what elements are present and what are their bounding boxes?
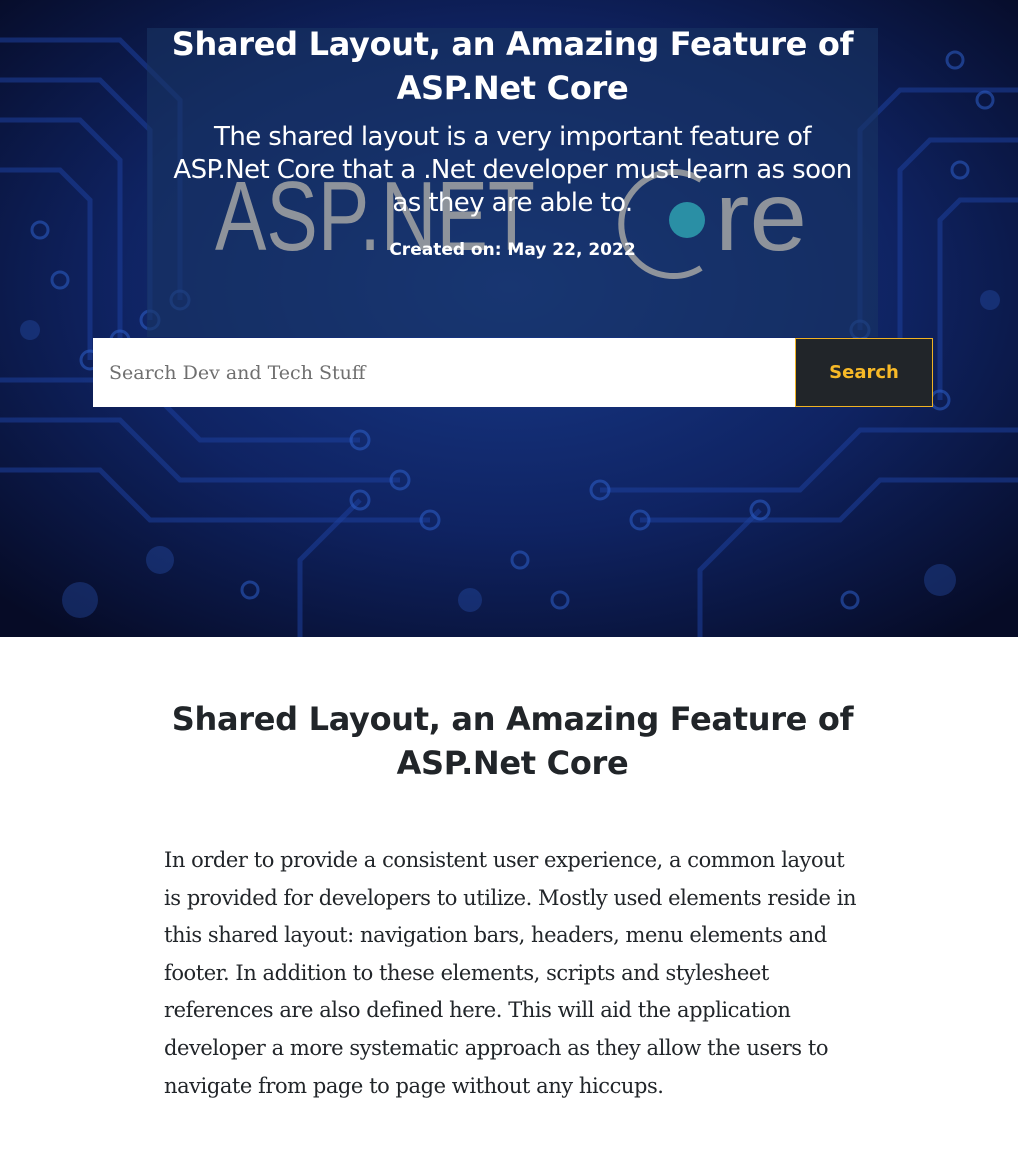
hero-title: Shared Layout, an Amazing Feature of ASP… (171, 25, 854, 107)
search-button[interactable]: Search (795, 338, 933, 407)
search-bar: Search (93, 338, 933, 407)
hero-banner: ASP.NET re Shared Layout, an Amazing Fea… (0, 0, 1018, 637)
article-title: Shared Layout, an Amazing Feature of ASP… (171, 700, 854, 782)
article-body: In order to provide a consistent user ex… (164, 848, 857, 1098)
search-input[interactable] (93, 338, 795, 407)
created-on-date: Created on: May 22, 2022 (389, 240, 636, 260)
hero-description: The shared layout is a very important fe… (173, 122, 852, 218)
